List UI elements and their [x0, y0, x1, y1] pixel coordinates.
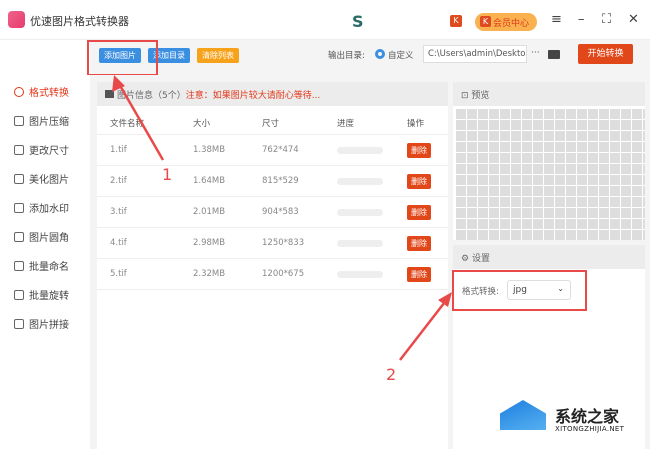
step-2-label: 2: [386, 365, 397, 384]
step-1-label: 1: [162, 165, 173, 184]
arrow-2-head: [438, 292, 452, 307]
watermark-name: 系统之家: [555, 407, 620, 426]
annotation-arrows: [112, 75, 452, 361]
arrow-2: [399, 297, 449, 361]
arrow-1: [116, 81, 165, 161]
watermark-url: XITONGZHIJIA.NET: [555, 425, 625, 433]
